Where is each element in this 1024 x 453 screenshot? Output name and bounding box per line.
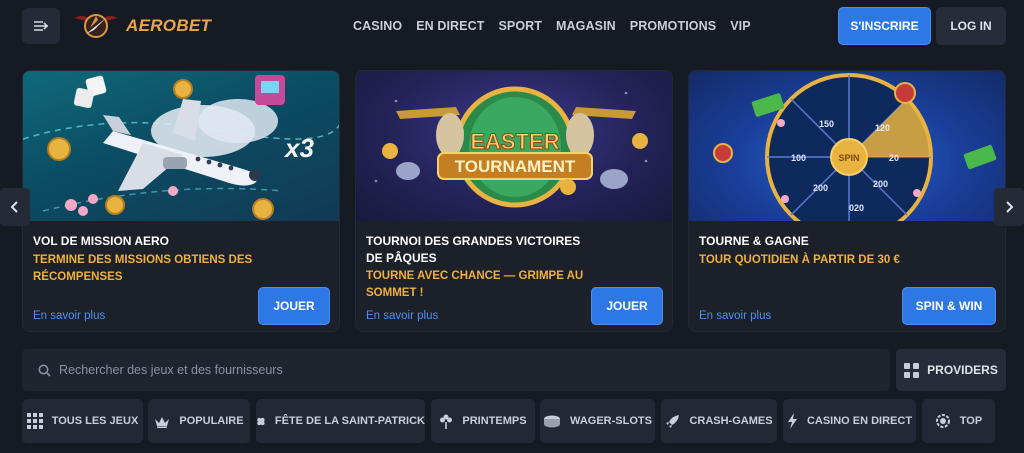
wheel-value: 150 xyxy=(819,119,834,129)
grid-icon xyxy=(26,413,43,429)
header: AEROBET CASINO EN DIRECT SPORT MAGASIN P… xyxy=(0,0,1024,54)
menu-arrow-icon xyxy=(34,21,49,31)
category-printemps[interactable]: PRINTEMPS xyxy=(431,399,535,443)
nav-promotions[interactable]: PROMOTIONS xyxy=(630,19,716,33)
logo-emblem-icon xyxy=(74,14,118,38)
x3-badge: x3 xyxy=(283,133,314,163)
promo-image-wheel[interactable]: SPIN 20 120 200 150 100 200 020 xyxy=(689,71,1005,221)
flower-icon xyxy=(440,414,453,429)
learn-more-link[interactable]: En savoir plus xyxy=(699,310,771,322)
category-tous-les-jeux[interactable]: TOUS LES JEUX xyxy=(22,399,143,443)
medal-icon xyxy=(935,414,950,428)
easter-illustration: EASTER TOURNAMENT xyxy=(374,86,648,208)
crown-icon xyxy=(155,416,170,428)
coins-icon xyxy=(544,415,561,427)
login-button[interactable]: LOG IN xyxy=(936,7,1006,45)
easter-title-line1: EASTER xyxy=(470,129,559,154)
register-button[interactable]: S'INSCRIRE xyxy=(838,7,931,45)
search-input[interactable] xyxy=(59,363,659,377)
category-label: CASINO EN DIRECT xyxy=(806,415,913,427)
airplane-illustration: x3 xyxy=(23,75,339,220)
category-top[interactable]: TOP xyxy=(922,399,995,443)
wheel-illustration: SPIN 20 120 200 150 100 200 020 xyxy=(713,73,997,221)
nav-sport[interactable]: SPORT xyxy=(498,19,542,33)
chevron-right-icon xyxy=(1006,201,1014,213)
category-label: CRASH-GAMES xyxy=(689,415,773,427)
wheel-center-label: SPIN xyxy=(838,153,859,163)
lightning-icon xyxy=(787,413,797,429)
promo-title: TOURNOI DES GRANDES VICTOIRES DE PÂQUES xyxy=(366,234,581,265)
promo-image-easter[interactable]: EASTER TOURNAMENT xyxy=(356,71,672,221)
providers-label: PROVIDERS xyxy=(927,363,998,377)
grid-icon xyxy=(904,362,920,378)
wheel-value: 200 xyxy=(813,183,828,193)
wheel-value: 100 xyxy=(791,153,806,163)
category-label: POPULAIRE xyxy=(179,415,244,427)
nav-vip[interactable]: VIP xyxy=(730,19,750,33)
logo[interactable]: AEROBET xyxy=(72,8,211,44)
providers-button[interactable]: PROVIDERS xyxy=(896,349,1006,391)
promo-image-airplane[interactable]: x3 xyxy=(23,71,339,221)
spin-win-button[interactable]: SPIN & WIN xyxy=(902,287,996,325)
carousel-prev-button[interactable] xyxy=(0,188,30,226)
easter-title-line2: TOURNAMENT xyxy=(455,157,576,176)
wheel-value: 20 xyxy=(889,153,899,163)
category-label: WAGER-SLOTS xyxy=(570,415,652,427)
carousel-next-button[interactable] xyxy=(994,188,1024,226)
play-button[interactable]: JOUER xyxy=(258,287,330,325)
nav-en-direct[interactable]: EN DIRECT xyxy=(416,19,484,33)
main-nav: CASINO EN DIRECT SPORT MAGASIN PROMOTION… xyxy=(346,0,758,52)
play-button[interactable]: JOUER xyxy=(591,287,663,325)
category-label: PRINTEMPS xyxy=(462,415,527,427)
category-label: TOUS LES JEUX xyxy=(51,415,139,427)
promo-title: TOURNE & GAGNE xyxy=(699,234,809,248)
category-populaire[interactable]: POPULAIRE xyxy=(148,399,250,443)
search-icon xyxy=(38,364,51,377)
wheel-value: 020 xyxy=(849,203,864,213)
category-label: FÊTE DE LA SAINT-PATRICK xyxy=(274,415,425,427)
wheel-value: 200 xyxy=(873,179,888,189)
promo-card-spin-win: SPIN 20 120 200 150 100 200 020 TOURNE &… xyxy=(688,70,1006,332)
chevron-left-icon xyxy=(10,201,18,213)
promo-title: VOL DE MISSION AERO xyxy=(33,234,170,248)
learn-more-link[interactable]: En savoir plus xyxy=(366,310,438,322)
rocket-icon xyxy=(666,414,680,428)
nav-magasin[interactable]: MAGASIN xyxy=(556,19,616,33)
promo-card-easter-tournament: EASTER TOURNAMENT TOURNOI DES GRANDES VI… xyxy=(355,70,673,332)
nav-casino[interactable]: CASINO xyxy=(353,19,402,33)
search-bar xyxy=(22,349,890,391)
category-casino-en-direct[interactable]: CASINO EN DIRECT xyxy=(783,399,916,443)
promo-subtitle: TERMINE DES MISSIONS OBTIENS DES RÉCOMPE… xyxy=(33,254,253,283)
category-saint-patrick[interactable]: FÊTE DE LA SAINT-PATRICK xyxy=(256,399,425,443)
promo-subtitle: TOUR QUOTIDIEN À PARTIR DE 30 € xyxy=(699,254,900,266)
category-label: TOP xyxy=(959,415,983,427)
promo-subtitle: TOURNE AVEC CHANCE — GRIMPE AU SOMMET ! xyxy=(366,270,584,299)
menu-toggle-button[interactable] xyxy=(22,8,60,44)
wheel-value: 120 xyxy=(875,123,890,133)
category-wager-slots[interactable]: WAGER-SLOTS xyxy=(540,399,655,443)
learn-more-link[interactable]: En savoir plus xyxy=(33,310,105,322)
clover-icon xyxy=(257,417,265,425)
category-crash-games[interactable]: CRASH-GAMES xyxy=(661,399,777,443)
logo-text: AEROBET xyxy=(126,16,212,35)
promo-card-aero-mission: x3 VOL DE MISSION AERO TERMINE DES MISSI… xyxy=(22,70,340,332)
